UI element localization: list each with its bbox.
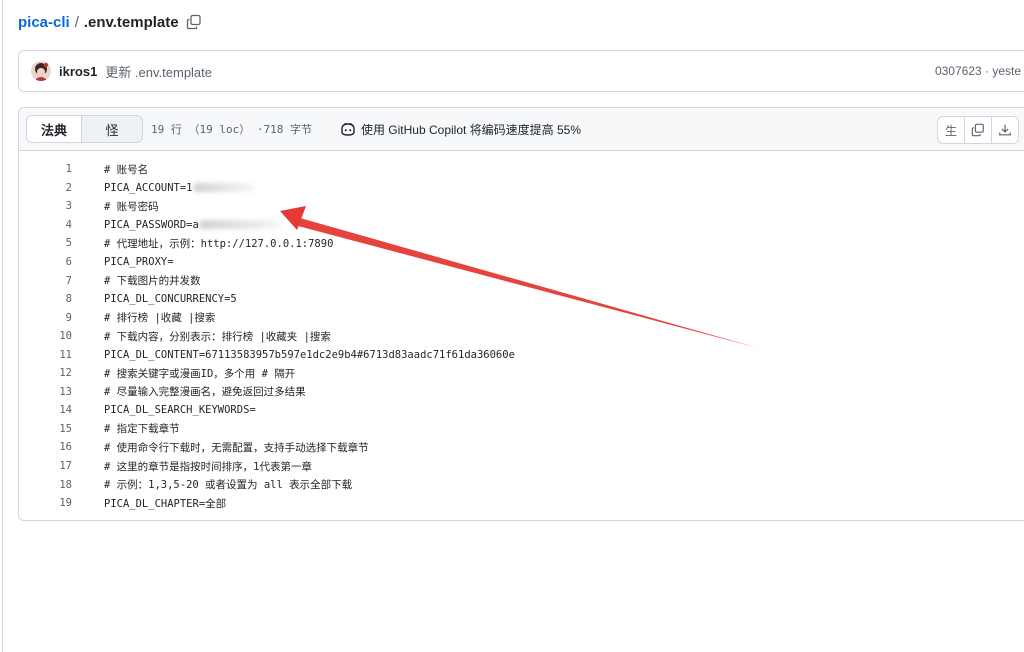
line-content: PICA_DL_CONCURRENCY=5 [104,293,237,306]
file-viewer: 法典 怪 19 行 （19 loc） ·718 字节 使用 GitHub Cop… [18,107,1024,521]
download-button[interactable] [991,117,1018,143]
line-number[interactable]: 17 [19,460,72,472]
breadcrumb-file-name: .env.template [83,13,179,31]
view-mode-toggle: 法典 怪 [26,115,143,143]
line-content: # 使用命令行下载时，无需配置，支持手动选择下载章节 [104,441,369,454]
line-content: PICA_DL_SEARCH_KEYWORDS= [104,404,256,417]
line-number[interactable]: 12 [19,367,72,379]
code-line: 15 # 指定下载章节 [19,420,1024,439]
commit-hash-time[interactable]: 0307623 · yeste [935,64,1021,78]
raw-button[interactable]: 生 [938,117,964,143]
commit-author-link[interactable]: ikros1 [59,64,97,79]
line-number[interactable]: 1 [19,163,72,175]
line-number[interactable]: 8 [19,293,72,305]
redacted-value [198,220,281,230]
line-content: # 这里的章节是指按时间排序，1代表第一章 [104,460,312,473]
code-line: 16 # 使用命令行下载时，无需配置，支持手动选择下载章节 [19,438,1024,457]
line-number[interactable]: 11 [19,349,72,361]
code-line: 13 # 尽量输入完整漫画名，避免返回过多结果 [19,383,1024,402]
code-line: 11 PICA_DL_CONTENT=67113583957b597e1dc2e9… [19,345,1024,364]
line-number[interactable]: 19 [19,497,72,509]
file-line-count-size: 19 行 （19 loc） ·718 字节 [151,123,312,136]
line-text: PICA_ACCOUNT=1 [104,181,193,194]
line-number[interactable]: 10 [19,330,72,342]
line-content: PICA_PASSWORD=a [104,219,281,231]
line-number[interactable]: 7 [19,275,72,287]
line-content: # 账号密码 [104,200,159,213]
code-line: 5 # 代理地址，示例：http://127.0.0.1:7890 [19,234,1024,253]
line-content: # 下载内容，分别表示：排行榜 |收藏夹 |搜索 [104,330,331,343]
line-number[interactable]: 13 [19,386,72,398]
line-content: PICA_ACCOUNT=1 [104,182,255,194]
commit-message-link[interactable]: 更新 .env.template [105,62,212,81]
code-line: 7 # 下载图片的并发数 [19,271,1024,290]
line-content: PICA_DL_CONTENT=67113583957b597e1dc2e9b4… [104,348,515,361]
line-number[interactable]: 4 [19,219,72,231]
page-left-border [2,0,3,652]
line-content: # 示例：1,3,5-20 或者设置为 all 表示全部下载 [104,479,353,492]
download-icon [999,124,1011,136]
code-line: 6 PICA_PROXY= [19,253,1024,272]
copilot-promo-link[interactable]: 使用 GitHub Copilot 将编码速度提高 55% [340,121,581,138]
line-number[interactable]: 18 [19,479,72,491]
line-number[interactable]: 6 [19,256,72,268]
code-line: 3 # 账号密码 [19,197,1024,216]
line-content: # 排行榜 |收藏 |搜索 [104,312,216,325]
line-number[interactable]: 2 [19,182,72,194]
copilot-promo-text: 使用 GitHub Copilot 将编码速度提高 55% [360,122,582,137]
copy-icon [971,123,984,137]
redacted-value [192,183,255,193]
line-number[interactable]: 9 [19,312,72,324]
line-content: # 尽量输入完整漫画名，避免返回过多结果 [104,386,306,399]
copy-raw-button[interactable] [964,117,991,143]
breadcrumb-repo-link[interactable]: pica-cli [18,14,70,31]
latest-commit-bar: ikros1 更新 .env.template 0307623 · yeste [18,50,1024,92]
copilot-icon [341,123,355,136]
code-line: 14 PICA_DL_SEARCH_KEYWORDS= [19,401,1024,420]
line-number[interactable]: 3 [19,200,72,212]
file-actions: 生 [937,116,1019,144]
tab-blame[interactable]: 怪 [82,116,142,142]
line-content: # 代理地址，示例：http://127.0.0.1:7890 [104,237,334,250]
line-number[interactable]: 15 [19,423,72,435]
code-line: 19 PICA_DL_CHAPTER=全部 [19,494,1024,513]
breadcrumb-separator: / [74,13,79,31]
line-content: PICA_PROXY= [104,256,174,268]
line-content: # 搜索关键字或漫画ID，多个用 # 隔开 [104,367,296,380]
line-number[interactable]: 5 [19,237,72,249]
file-header: 法典 怪 19 行 （19 loc） ·718 字节 使用 GitHub Cop… [19,108,1024,151]
line-content: # 账号名 [104,163,149,176]
line-number[interactable]: 16 [19,441,72,453]
copy-path-icon[interactable] [186,14,202,30]
breadcrumb: pica-cli / .env.template [18,12,202,32]
code-line: 4 PICA_PASSWORD=a [19,216,1024,235]
line-number[interactable]: 14 [19,404,72,416]
code-line: 1 # 账号名 [19,160,1024,179]
code-line: 10 # 下载内容，分别表示：排行榜 |收藏夹 |搜索 [19,327,1024,346]
code-line: 2 PICA_ACCOUNT=1 [19,179,1024,198]
tab-code[interactable]: 法典 [27,116,82,142]
code-line: 18 # 示例：1,3,5-20 或者设置为 all 表示全部下载 [19,475,1024,494]
code-listing: 1 # 账号名 2 PICA_ACCOUNT=1 3 # 账号密码 4 PICA_PAS… [19,151,1024,512]
code-line: 9 # 排行榜 |收藏 |搜索 [19,308,1024,327]
line-text: PICA_PASSWORD=a [104,218,199,231]
line-content: # 下载图片的并发数 [104,275,201,288]
avatar[interactable] [31,61,51,81]
code-line: 17 # 这里的章节是指按时间排序，1代表第一章 [19,457,1024,476]
line-content: # 指定下载章节 [104,423,180,436]
file-actions-group: 生 [937,116,1019,144]
code-line: 8 PICA_DL_CONCURRENCY=5 [19,290,1024,309]
line-content: PICA_DL_CHAPTER=全部 [104,497,227,510]
code-line: 12 # 搜索关键字或漫画ID，多个用 # 隔开 [19,364,1024,383]
